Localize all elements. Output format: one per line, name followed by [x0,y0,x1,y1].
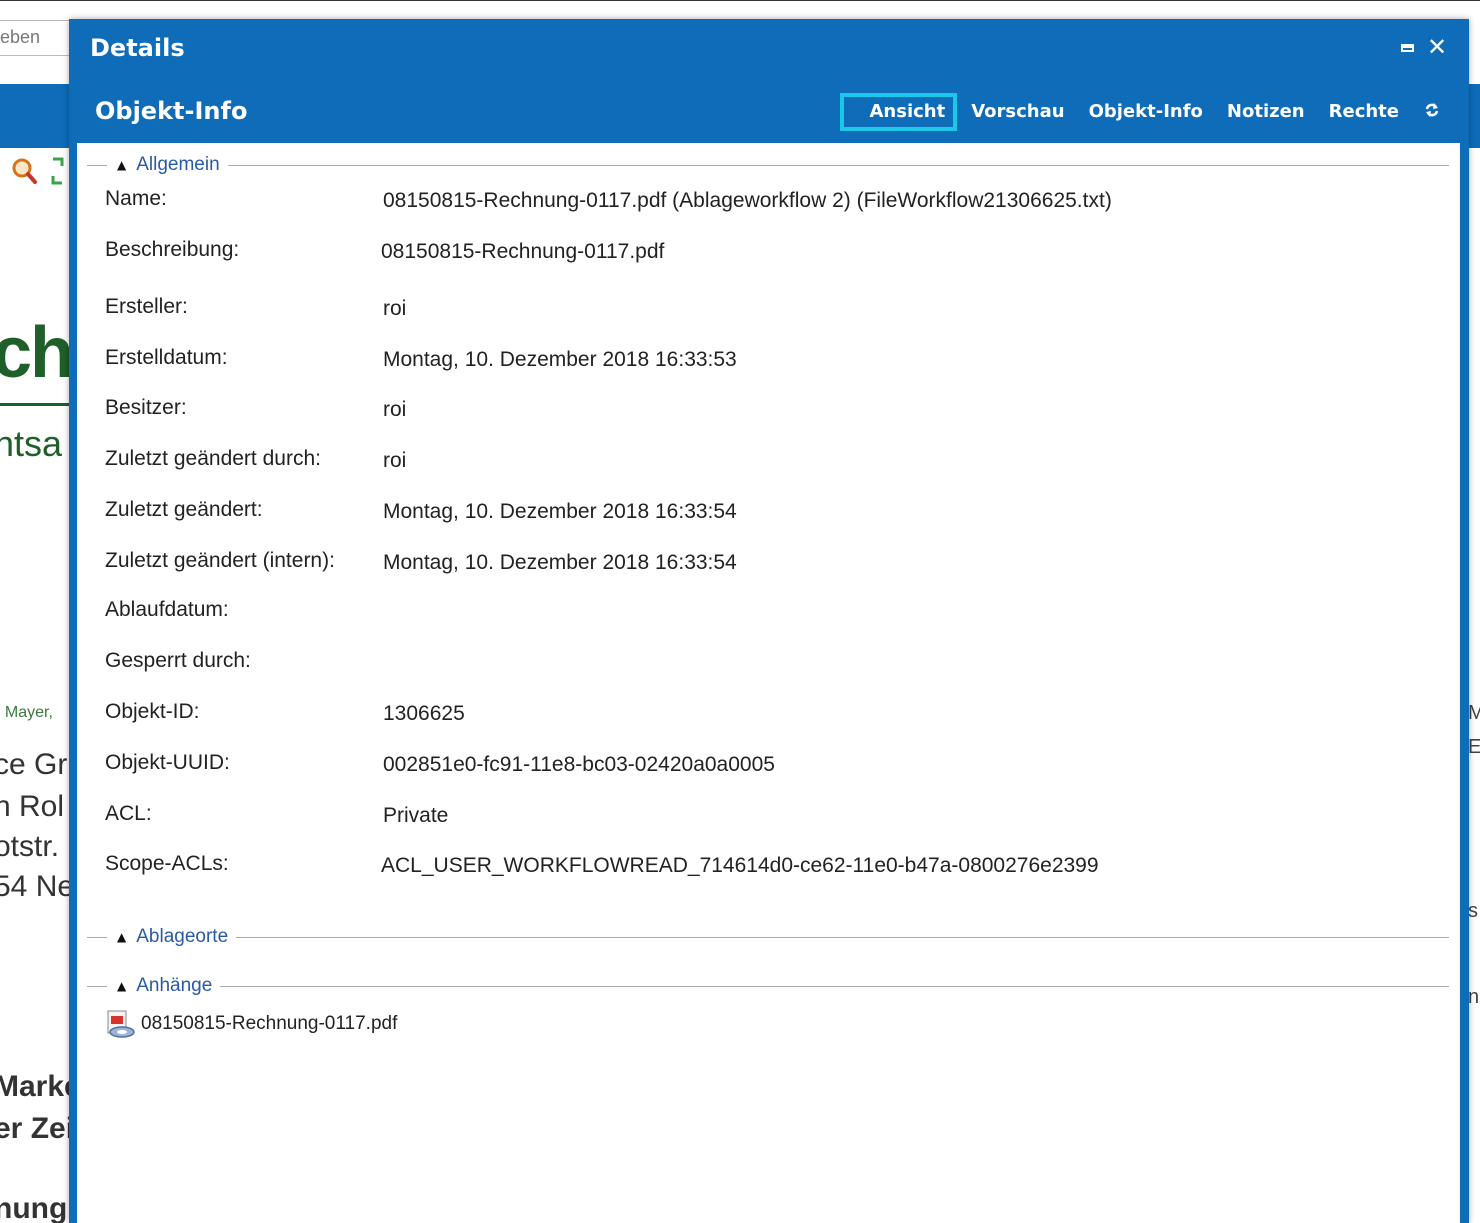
background-document-preview: ch htsa , Mayer, ce Gr n Rol otstr. 54 N… [0,200,80,1223]
details-content: ▲ Allgemein Name: 08150815-Rechnung-0117.… [77,143,1460,1223]
background-search-input[interactable]: eben [0,20,80,56]
section-ablageorte-toggle[interactable]: Ablageorte [136,926,228,948]
doc-address-line: ce Gr [0,748,68,781]
doc-bold-line: er Zei [0,1112,75,1145]
tab-bar: Ansicht Vorschau Objekt-Info Notizen Rec… [839,92,1446,132]
property-label: ACL: [105,802,152,825]
pdf-file-icon [105,1009,139,1039]
property-value: 08150815-Rechnung-0117.pdf (Ablageworkfl… [383,189,1112,212]
details-dialog: Details ✕ Objekt-Info Ansicht Vorschau O… [69,19,1469,1223]
section-allgemein-toggle[interactable]: Allgemein [136,154,219,176]
property-label: Besitzer: [105,396,187,419]
doc-address-line: 54 Ne [0,870,75,903]
property-value: Montag, 10. Dezember 2018 16:33:53 [383,348,737,371]
window-top-border [0,0,1480,1]
property-label: Beschreibung: [105,238,240,261]
section-anhaenge: ▲ Anhänge [87,975,1449,997]
collapse-triangle-icon[interactable]: ▲ [117,930,126,944]
background-right-fragment: M [1468,702,1480,724]
doc-logo-rule [0,403,80,406]
section-ablageorte: ▲ Ablageorte [87,926,1449,948]
tab-rechte[interactable]: Rechte [1317,94,1411,130]
property-value: Private [383,804,449,827]
property-value: roi [383,449,407,472]
property-label: Scope-ACLs: [105,852,229,875]
property-value: roi [383,398,407,421]
property-label: Ersteller: [105,295,188,318]
property-label: Ablaufdatum: [105,598,229,621]
collapse-triangle-icon[interactable]: ▲ [117,979,126,993]
zoom-search-icon[interactable] [10,156,38,190]
property-label: Objekt-UUID: [105,751,230,774]
background-right-fragment: n [1468,986,1480,1008]
fit-arrows-icon[interactable] [50,156,66,190]
refresh-icon[interactable] [1411,102,1445,123]
property-label: Erstelldatum: [105,346,228,369]
tab-vorschau[interactable]: Vorschau [959,94,1076,130]
doc-bold-line: Marke [0,1070,80,1103]
property-label: Objekt-ID: [105,700,200,723]
maximize-icon[interactable] [1399,37,1419,57]
tab-notizen[interactable]: Notizen [1215,94,1317,130]
property-value: ACL_USER_WORKFLOWREAD_714614d0-ce62-11e0… [381,854,1099,877]
doc-address-line: n Rol [0,790,65,823]
attachment-item[interactable]: 08150815-Rechnung-0117.pdf [105,1009,397,1039]
dialog-subheader: Objekt-Info Ansicht Vorschau Objekt-Info… [69,83,1469,143]
property-value: 08150815-Rechnung-0117.pdf [381,240,665,263]
panel-title: Objekt-Info [95,97,248,125]
close-icon[interactable]: ✕ [1427,35,1447,59]
doc-bold-line: nung [0,1192,68,1223]
doc-logo-text: ch [0,313,74,393]
property-label: Zuletzt geändert (intern): [105,549,335,572]
dialog-title: Details [90,34,185,62]
doc-address-line: otstr. [0,830,60,863]
tab-ansicht[interactable]: Ansicht [839,93,958,131]
property-value: 1306625 [383,702,465,725]
collapse-triangle-icon[interactable]: ▲ [117,158,126,172]
tab-objekt-info[interactable]: Objekt-Info [1077,94,1215,130]
property-value: 002851e0-fc91-11e8-bc03-02420a0a0005 [383,753,775,776]
doc-logo-subtitle: htsa [0,423,63,464]
property-label: Zuletzt geändert durch: [105,447,321,470]
property-label: Name: [105,187,167,210]
property-value: roi [383,297,407,320]
property-label: Zuletzt geändert: [105,498,263,521]
section-allgemein: ▲ Allgemein [87,154,1449,176]
section-anhaenge-toggle[interactable]: Anhänge [136,975,212,997]
property-value: Montag, 10. Dezember 2018 16:33:54 [383,551,737,574]
background-right-fragment: E [1468,736,1480,758]
doc-sender-line: , Mayer, [0,704,53,721]
attachment-name: 08150815-Rechnung-0117.pdf [141,1013,398,1034]
property-value: Montag, 10. Dezember 2018 16:33:54 [383,500,737,523]
background-right-fragment: s [1468,900,1478,922]
property-label: Gesperrt durch: [105,649,251,672]
